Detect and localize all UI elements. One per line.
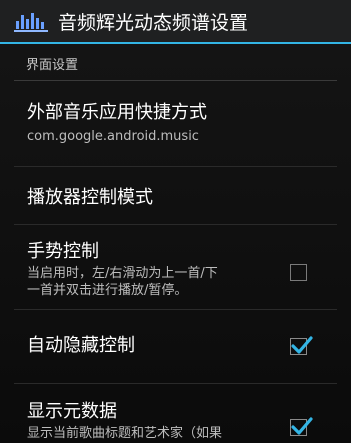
pref-auto-hide-controls[interactable]: 自动隐藏控制 xyxy=(0,310,351,382)
pref-external-music-shortcut[interactable]: 外部音乐应用快捷方式 com.google.android.music xyxy=(0,88,351,150)
pref-summary-line1: 显示当前歌曲标题和艺术家（如果 xyxy=(27,426,223,441)
pref-title: 自动隐藏控制 xyxy=(27,335,135,356)
pref-title: 播放器控制模式 xyxy=(27,187,153,208)
preferences-list: 界面设置 外部音乐应用快捷方式 com.google.android.music… xyxy=(0,44,351,443)
pref-player-control-mode[interactable]: 播放器控制模式 xyxy=(0,167,351,223)
pref-gesture-control[interactable]: 手势控制 当启用时，左/右滑动为上一首/下 一首并双击进行播放/暂停。 xyxy=(0,225,351,308)
pref-summary-line1: 当启用时，左/右滑动为上一首/下 xyxy=(27,266,218,281)
pref-title: 手势控制 xyxy=(27,241,99,262)
pref-title: 显示元数据 xyxy=(27,401,117,422)
action-bar: 音频辉光动态频谱设置 xyxy=(0,0,351,44)
category-header: 界面设置 xyxy=(14,54,337,81)
auto-hide-checkbox[interactable] xyxy=(290,336,313,355)
pref-summary-line2: 一首并双击进行播放/暂停。 xyxy=(27,283,188,298)
spectrum-icon[interactable] xyxy=(14,8,48,34)
pref-summary: com.google.android.music xyxy=(27,129,199,144)
checkmark-icon xyxy=(291,336,313,354)
page-title: 音频辉光动态频谱设置 xyxy=(58,11,249,34)
checkmark-icon xyxy=(291,417,313,435)
pref-title: 外部音乐应用快捷方式 xyxy=(27,102,207,123)
pref-show-metadata[interactable]: 显示元数据 显示当前歌曲标题和艺术家（如果 xyxy=(0,384,351,443)
show-metadata-checkbox[interactable] xyxy=(290,417,313,436)
gesture-control-checkbox[interactable] xyxy=(290,264,307,281)
